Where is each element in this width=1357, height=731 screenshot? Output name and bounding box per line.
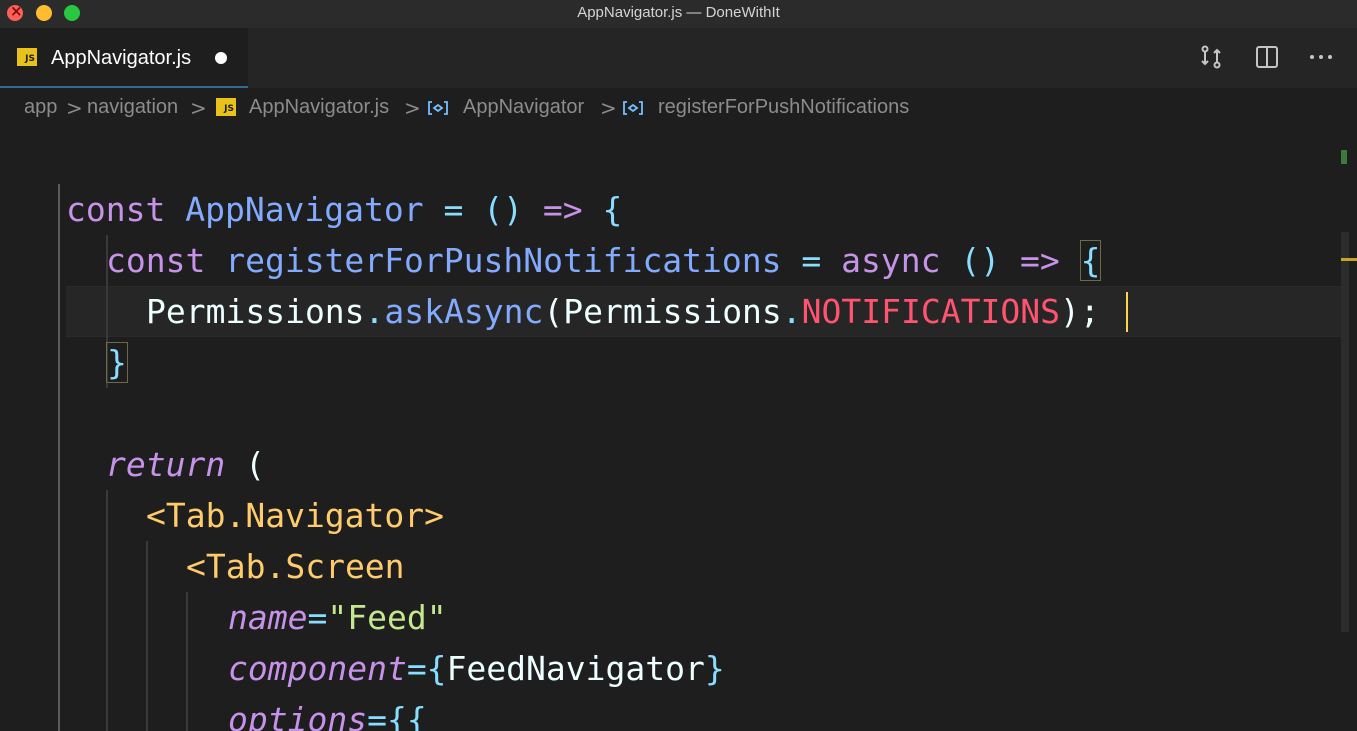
more-actions-icon[interactable]: [1308, 44, 1334, 70]
token-arrow: =>: [542, 190, 583, 229]
token-dot: .: [364, 292, 385, 331]
token-jsx-attribute: component: [228, 649, 407, 688]
token-jsx-attribute: name: [228, 598, 308, 637]
symbol-variable-icon: [622, 100, 644, 116]
token-constant: NOTIFICATIONS: [801, 292, 1060, 331]
token-brace: ={: [406, 649, 447, 688]
token-operator: =: [443, 190, 464, 229]
token-arrow: =>: [1019, 241, 1060, 280]
code-line-1: const AppNavigator = () => {: [66, 184, 622, 235]
code-line-8: <Tab.Screen: [186, 541, 405, 592]
token-paren: (: [543, 292, 564, 331]
breadcrumb-item-registerforpushnotifications[interactable]: registerForPushNotifications: [658, 96, 909, 119]
split-editor-icon[interactable]: [1254, 44, 1280, 70]
indent-guide: [58, 184, 60, 731]
breadcrumb-separator: >: [600, 96, 617, 120]
token-punctuation: );: [1059, 292, 1100, 331]
breadcrumb-item-navigation[interactable]: navigation: [87, 96, 178, 119]
indent-guide: [106, 490, 108, 731]
breadcrumb-separator: >: [66, 96, 83, 120]
token-parens: (): [483, 190, 524, 229]
breadcrumb-item-app[interactable]: app: [24, 96, 57, 119]
token-parens: (): [960, 241, 1001, 280]
token-keyword: return: [106, 445, 226, 484]
indent-guide: [186, 592, 188, 731]
code-line-11: options={{: [228, 694, 427, 731]
breadcrumb-separator: >: [404, 96, 421, 120]
code-line-7: <Tab.Navigator>: [146, 490, 444, 541]
code-line-6: return (: [106, 439, 265, 490]
token-identifier: Permissions: [563, 292, 782, 331]
code-line-3: Permissions.askAsync(Permissions.NOTIFIC…: [146, 286, 1100, 337]
token-brace-matched: }: [106, 342, 128, 383]
token-keyword: const: [106, 241, 206, 280]
token-method: askAsync: [384, 292, 544, 331]
token-operator: =: [307, 598, 328, 637]
token-keyword: async: [841, 241, 941, 280]
editor-tab-bar: JS AppNavigator.js: [0, 28, 1357, 88]
token-identifier: FeedNavigator: [446, 649, 705, 688]
window-title: AppNavigator.js — DoneWithIt: [577, 4, 780, 21]
tab-appnavigator-js[interactable]: JS AppNavigator.js: [0, 28, 248, 88]
token-keyword: const: [66, 190, 166, 229]
code-line-10: component={FeedNavigator}: [228, 643, 725, 694]
unsaved-changes-dot-icon[interactable]: [215, 52, 227, 64]
token-jsx-tag: <Tab.Screen: [186, 547, 405, 586]
code-line-2: const registerForPushNotifications = asy…: [106, 235, 1102, 286]
breadcrumb-item-appnavigator[interactable]: AppNavigator: [463, 96, 584, 119]
code-line-9: name="Feed": [228, 592, 447, 643]
vertical-scrollbar[interactable]: [1341, 232, 1349, 632]
token-dot: .: [781, 292, 802, 331]
javascript-file-icon: JS: [17, 48, 37, 66]
token-identifier: Permissions: [146, 292, 365, 331]
javascript-file-icon: JS: [216, 98, 236, 116]
token-string: "Feed": [327, 598, 447, 637]
token-operator: =: [801, 241, 822, 280]
token-jsx-attribute: options: [228, 700, 368, 731]
code-editor[interactable]: const AppNavigator = () => { const regis…: [0, 126, 1357, 731]
compare-changes-icon[interactable]: [1198, 44, 1224, 70]
token-brace: {: [602, 190, 623, 229]
symbol-variable-icon: [427, 100, 449, 116]
tab-label: AppNavigator.js: [51, 47, 192, 69]
text-cursor: [1126, 292, 1128, 332]
token-brace: }: [704, 649, 725, 688]
token-identifier: AppNavigator: [185, 190, 424, 229]
breadcrumb-item-file[interactable]: AppNavigator.js: [249, 96, 389, 119]
token-brace-matched: {: [1079, 240, 1102, 281]
indent-guide: [146, 541, 148, 731]
overview-ruler-cursor-marker: [1341, 258, 1357, 261]
token-brace: ={{: [367, 700, 427, 731]
title-bar: AppNavigator.js — DoneWithIt: [0, 0, 1357, 28]
code-line-4: }: [106, 337, 128, 388]
overview-ruler-change-marker: [1341, 150, 1347, 164]
token-identifier: registerForPushNotifications: [225, 241, 782, 280]
token-jsx-tag: <Tab.Navigator>: [146, 496, 445, 535]
token-paren: (: [245, 445, 265, 484]
breadcrumb-separator: >: [190, 96, 207, 120]
breadcrumb: app > navigation > JS AppNavigator.js > …: [0, 88, 1357, 126]
